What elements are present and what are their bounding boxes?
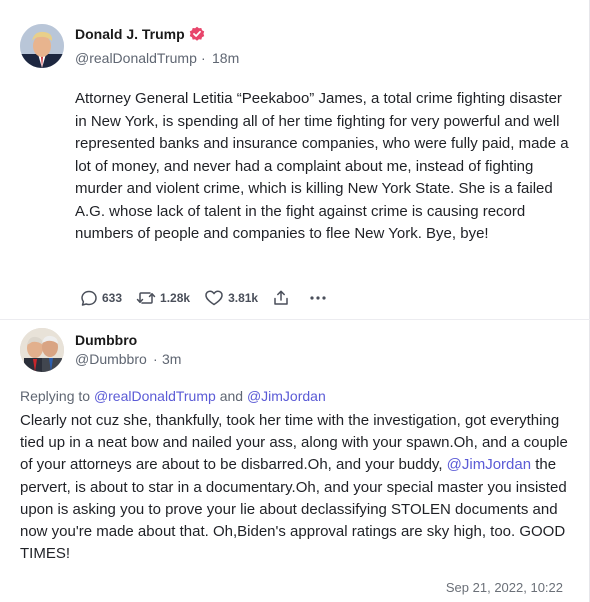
- reply-avatar-portrait-icon: [20, 328, 64, 372]
- reply-count: 633: [102, 291, 123, 305]
- like-button[interactable]: 3.81k: [204, 289, 258, 307]
- share-icon: [274, 290, 288, 305]
- replying-user-link-jordan[interactable]: @JimJordan: [247, 388, 326, 404]
- reply-text: Clearly not cuz she, thankfully, took he…: [20, 410, 580, 565]
- reply-button[interactable]: 633: [80, 289, 122, 307]
- reply-author-handle[interactable]: @Dumbbro: [75, 351, 147, 367]
- thread-card: Donald J. Trump @realDonaldTrump · 18m A…: [0, 0, 590, 602]
- replying-prefix: Replying to: [20, 388, 91, 404]
- author-handle[interactable]: @realDonaldTrump: [75, 50, 197, 66]
- replying-and: and: [219, 388, 244, 404]
- replying-to-line: Replying to @realDonaldTrump and @JimJor…: [20, 388, 326, 404]
- heart-icon: [205, 290, 223, 306]
- separator-dot: ·: [153, 351, 158, 367]
- replying-user-link-trump[interactable]: @realDonaldTrump: [94, 388, 216, 404]
- retruth-button[interactable]: 1.28k: [136, 289, 190, 307]
- post-text: Attorney General Letitia “Peekaboo” Jame…: [75, 90, 569, 242]
- post-time[interactable]: 18m: [212, 50, 239, 66]
- reply-author-name[interactable]: Dumbbro: [75, 332, 137, 348]
- retruth-icon: [136, 292, 156, 304]
- author-name[interactable]: Donald J. Trump: [75, 26, 185, 42]
- share-button[interactable]: [272, 289, 294, 307]
- reply-icon: [81, 290, 97, 306]
- mention-link[interactable]: @JimJordan: [447, 456, 531, 473]
- action-bar: 633 1.28k 3.81k: [80, 287, 346, 309]
- verified-badge-icon: [189, 26, 205, 42]
- reply-timestamp[interactable]: Sep 21, 2022, 10:22: [446, 580, 563, 595]
- like-count: 3.81k: [228, 291, 259, 305]
- avatar-portrait-icon: [20, 24, 64, 68]
- reply-avatar[interactable]: [20, 328, 64, 372]
- original-post: Donald J. Trump @realDonaldTrump · 18m A…: [0, 0, 590, 320]
- retruth-count: 1.28k: [160, 291, 191, 305]
- separator-dot: ·: [201, 50, 206, 66]
- more-icon: [310, 296, 326, 300]
- more-button[interactable]: [308, 289, 332, 307]
- avatar[interactable]: [20, 24, 64, 68]
- reply-time[interactable]: 3m: [162, 351, 181, 367]
